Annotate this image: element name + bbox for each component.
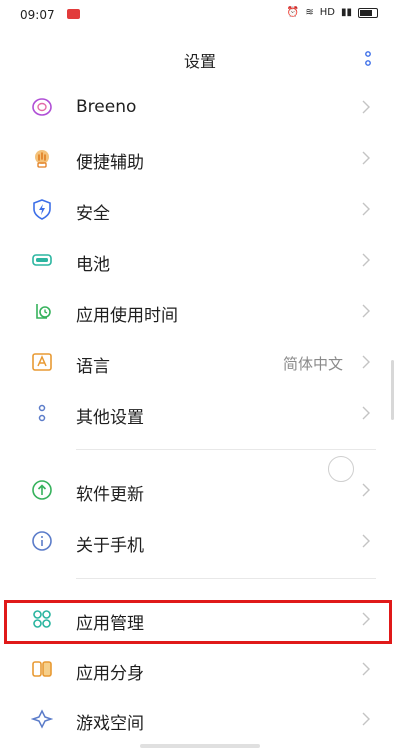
update-icon (32, 480, 52, 500)
settings-item-label: 应用使用时间 (76, 306, 178, 326)
section-divider (76, 449, 376, 450)
battery-status-icon (358, 7, 378, 18)
notification-icon (67, 9, 80, 19)
settings-item-breeno[interactable]: Breeno (0, 83, 400, 133)
screen-time-icon (36, 304, 51, 319)
settings-item-language[interactable]: 语言 简体中文 (0, 338, 400, 388)
page-title: 设置 (183, 52, 216, 71)
network-type: HD (319, 7, 335, 18)
other-settings-icon (38, 404, 46, 422)
highlight-box (4, 600, 392, 644)
chevron-right-icon (362, 483, 370, 497)
settings-item-convenience[interactable]: 便捷辅助 (0, 134, 400, 184)
chevron-right-icon (362, 534, 370, 548)
status-bar: 09:07 ⏰ ≋ HD ▮▮ (0, 0, 400, 30)
settings-item-screen-time[interactable]: 应用使用时间 (0, 287, 400, 337)
settings-item-battery[interactable]: 电池 (0, 236, 400, 286)
settings-item-label: Breeno (76, 97, 137, 117)
chevron-right-icon (362, 202, 370, 216)
settings-item-label: 其他设置 (76, 408, 144, 428)
settings-item-label: 便捷辅助 (76, 153, 144, 173)
settings-item-label: 应用分身 (76, 664, 144, 684)
wifi-icon: ≋ (305, 7, 314, 18)
alarm-icon: ⏰ (286, 7, 300, 18)
settings-item-label: 安全 (76, 204, 110, 224)
chevron-right-icon (362, 253, 370, 267)
scrollbar[interactable] (391, 360, 394, 420)
chevron-right-icon (362, 355, 370, 369)
chevron-right-icon (362, 304, 370, 318)
status-time: 09:07 (20, 8, 55, 22)
settings-item-game-space[interactable]: 游戏空间 (0, 695, 400, 745)
settings-item-label: 软件更新 (76, 485, 144, 505)
settings-item-other-settings[interactable]: 其他设置 (0, 389, 400, 439)
gesture-bar[interactable] (140, 744, 260, 748)
shield-icon (33, 199, 51, 220)
floating-ball[interactable] (328, 456, 354, 482)
settings-item-about-phone[interactable]: 关于手机 (0, 517, 400, 567)
header: 设置 (0, 30, 400, 86)
settings-item-value: 简体中文 (282, 355, 343, 373)
chevron-right-icon (362, 662, 370, 676)
settings-item-label: 语言 (76, 357, 110, 377)
more-options-icon[interactable] (364, 50, 372, 68)
settings-item-app-clone[interactable]: 应用分身 (0, 645, 400, 695)
chevron-right-icon (362, 406, 370, 420)
info-icon (32, 531, 52, 551)
chevron-right-icon (362, 151, 370, 165)
section-divider (76, 578, 376, 579)
settings-item-label: 游戏空间 (76, 714, 144, 734)
settings-item-label: 关于手机 (76, 536, 144, 556)
language-icon (32, 353, 52, 371)
app-clone-icon (32, 661, 52, 677)
hand-icon (35, 150, 49, 168)
game-space-icon (31, 709, 53, 729)
signal-icon: ▮▮ (340, 7, 352, 18)
settings-item-label: 电池 (76, 255, 110, 275)
settings-item-security[interactable]: 安全 (0, 185, 400, 235)
chevron-right-icon (362, 100, 370, 114)
status-icons: ⏰ ≋ HD ▮▮ (287, 7, 378, 18)
battery-icon (32, 254, 52, 266)
breeno-icon (32, 98, 52, 116)
chevron-right-icon (362, 712, 370, 726)
